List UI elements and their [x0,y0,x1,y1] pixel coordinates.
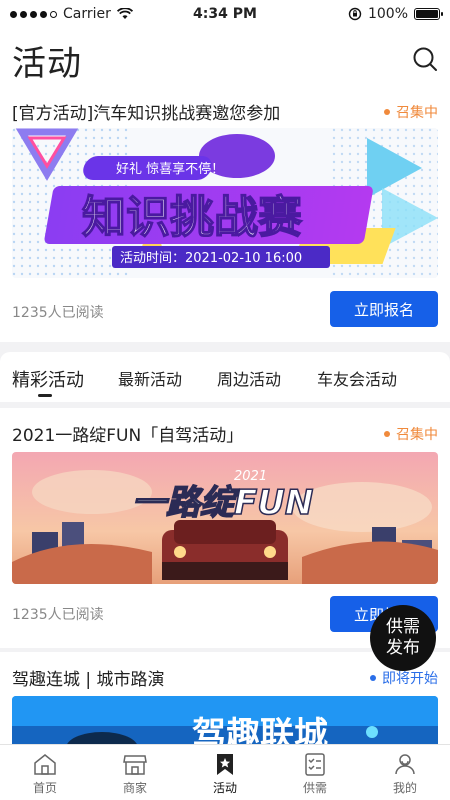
tabbar-item-mine[interactable]: 我的 [360,745,450,800]
activity-banner[interactable]: 好礼 惊喜享不停！ 知识挑战赛 活动时间：2021-02-10 16:00 [12,128,438,278]
svg-text:知识挑战赛: 知识挑战赛 [82,192,303,243]
user-icon [395,754,415,775]
tabbar-item-activities[interactable]: 活动 [180,745,270,800]
svg-text:一路绽FUN: 一路绽FUN [132,483,313,523]
page-title: 活动 [12,44,82,84]
status-badge: 即将开始 [370,668,438,688]
road-trip-banner-art: 一路绽FUN 2021 [12,452,438,584]
svg-text:活动时间：2021-02-10 16:00: 活动时间：2021-02-10 16:00 [120,251,302,266]
store-icon [123,755,147,775]
tab-nearby[interactable]: 周边活动 [217,366,281,390]
tab-latest[interactable]: 最新活动 [118,366,182,390]
activity-flag-icon [217,754,233,775]
tab-car-club[interactable]: 车友会活动 [317,366,397,390]
checklist-icon [305,753,325,776]
status-bar: Carrier 4:34 PM 100% [0,0,450,28]
activity-title: 驾趣连城 | 城市路演 [12,670,165,690]
tab-featured[interactable]: 精彩活动 [12,366,84,392]
activity-title: [官方活动]汽车知识挑战赛邀您参加 [12,104,281,124]
publish-supply-demand-button[interactable]: 供需 发布 [370,605,436,671]
activity-title: 2021一路绽FUN「自驾活动」 [12,426,244,446]
status-badge: 召集中 [384,424,438,444]
activity-tabs: 精彩活动 最新活动 周边活动 车友会活动 [0,352,450,402]
activity-card-knowledge-challenge[interactable]: [官方活动]汽车知识挑战赛邀您参加 召集中 好礼 惊喜享不停！ 知识挑战赛 活动… [0,90,450,342]
rotation-lock-icon [348,7,362,21]
fab-label-line1: 供需 [386,617,420,637]
signup-button[interactable]: 立即报名 [330,291,438,327]
tabbar-item-home[interactable]: 首页 [0,745,90,800]
tabbar-item-merchants[interactable]: 商家 [90,745,180,800]
activity-card-city-roadshow[interactable]: 驾趣连城 | 城市路演 即将开始 驾趣联城 [0,652,450,752]
knowledge-challenge-banner-art: 好礼 惊喜享不停！ 知识挑战赛 活动时间：2021-02-10 16:00 [12,128,438,278]
read-count: 1235人已阅读 [12,607,104,623]
fab-label-line2: 发布 [386,638,420,658]
tab-indicator [38,394,52,397]
carrier-label: Carrier [63,6,111,22]
wifi-icon [116,8,133,19]
bottom-tab-bar: 首页 商家 活动 供需 我的 [0,744,450,800]
svg-text:好礼 惊喜享不停！: 好礼 惊喜享不停！ [116,161,224,177]
activity-banner[interactable]: 一路绽FUN 2021 [12,452,438,584]
page-header: 活动 [0,28,450,90]
status-badge: 召集中 [384,102,438,122]
search-icon[interactable] [412,46,438,72]
clock: 4:34 PM [193,6,257,22]
battery-percent: 100% [367,6,408,22]
battery-icon [414,8,443,20]
signal-icon [10,10,57,18]
read-count: 1235人已阅读 [12,305,104,321]
home-icon [34,754,56,775]
svg-text:2021: 2021 [234,469,267,484]
tabbar-item-supply-demand[interactable]: 供需 [270,745,360,800]
